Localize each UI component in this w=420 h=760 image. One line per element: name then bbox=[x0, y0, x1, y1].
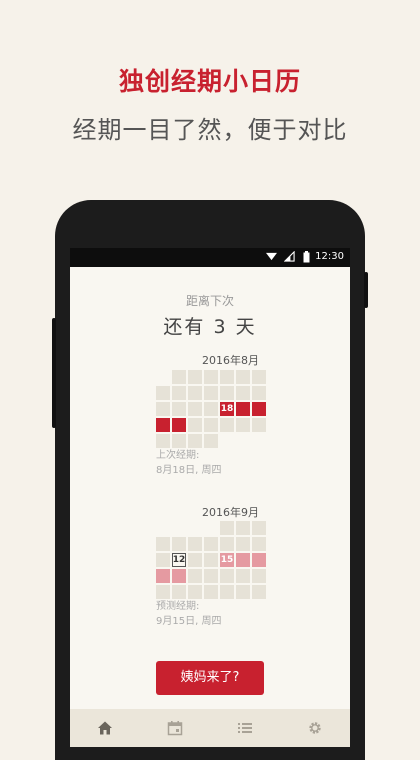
calendar-day[interactable] bbox=[156, 585, 170, 599]
calendar-day[interactable] bbox=[236, 585, 250, 599]
calendar-day[interactable] bbox=[236, 537, 250, 551]
predicted-period-date: 9月15日, 周四 bbox=[156, 616, 222, 627]
status-bar: 12:30 bbox=[70, 248, 350, 267]
calendar-day-label: 18 bbox=[220, 404, 234, 414]
wifi-icon bbox=[266, 252, 277, 261]
calendar-day[interactable] bbox=[156, 569, 170, 583]
settings-icon bbox=[309, 722, 321, 734]
promo-title: 独创经期小日历 bbox=[118, 67, 301, 96]
calendar-day-label: 15 bbox=[220, 555, 234, 565]
calendar-day[interactable] bbox=[172, 370, 186, 384]
calendar-day[interactable] bbox=[156, 386, 170, 400]
calendar-day[interactable] bbox=[252, 386, 266, 400]
promo-subtitle: 经期一目了然，便于对比 bbox=[72, 116, 348, 144]
calendar-day[interactable] bbox=[156, 537, 170, 551]
calendar-day[interactable] bbox=[236, 521, 250, 535]
calendar-day[interactable] bbox=[188, 569, 202, 583]
calendar-day[interactable] bbox=[204, 585, 218, 599]
tab-list[interactable] bbox=[210, 709, 280, 747]
calendar-day[interactable] bbox=[252, 521, 266, 535]
app-screen: 12:30 距离下次 还有 3 天 2016年8月 18 上次经期: 8月18日… bbox=[70, 248, 350, 747]
calendar-day[interactable] bbox=[204, 537, 218, 551]
predicted-period-label: 预测经期: bbox=[156, 601, 200, 612]
calendar-day[interactable] bbox=[220, 370, 234, 384]
tab-calendar[interactable] bbox=[140, 709, 210, 747]
calendar-day[interactable] bbox=[220, 585, 234, 599]
status-time: 12:30 bbox=[315, 251, 344, 262]
calendar-day[interactable] bbox=[252, 569, 266, 583]
calendar-day[interactable] bbox=[188, 386, 202, 400]
phone-volume-button bbox=[52, 318, 56, 428]
bottom-tab-bar bbox=[70, 709, 350, 747]
phone-power-button bbox=[364, 272, 368, 308]
last-period-date: 8月18日, 周四 bbox=[156, 465, 222, 476]
calendar-day[interactable] bbox=[204, 569, 218, 583]
calendar-day[interactable] bbox=[204, 370, 218, 384]
calendar-day[interactable] bbox=[156, 553, 170, 567]
countdown-value: 还有 3 天 bbox=[163, 316, 257, 338]
last-period-label: 上次经期: bbox=[156, 450, 200, 461]
calendar-day-label: 12 bbox=[172, 555, 186, 565]
calendar-day[interactable] bbox=[188, 370, 202, 384]
calendar-day[interactable] bbox=[156, 402, 170, 416]
list-icon bbox=[238, 723, 252, 733]
calendar-day[interactable] bbox=[252, 553, 266, 567]
calendar-day[interactable] bbox=[172, 585, 186, 599]
calendar-day[interactable] bbox=[172, 402, 186, 416]
calendar-day[interactable] bbox=[220, 569, 234, 583]
calendar-day[interactable] bbox=[220, 418, 234, 432]
predicted-period-note: 预测经期: 9月15日, 周四 bbox=[156, 599, 221, 629]
calendar-day[interactable] bbox=[188, 434, 202, 448]
calendar-day[interactable] bbox=[236, 386, 250, 400]
home-icon bbox=[98, 721, 112, 735]
calendar-day[interactable] bbox=[252, 402, 266, 416]
calendar-day[interactable] bbox=[172, 537, 186, 551]
calendar-day[interactable] bbox=[236, 553, 250, 567]
calendar-day[interactable] bbox=[236, 569, 250, 583]
calendar-day[interactable] bbox=[252, 370, 266, 384]
calendar-day[interactable] bbox=[188, 585, 202, 599]
calendar-day[interactable] bbox=[220, 386, 234, 400]
battery-icon bbox=[303, 251, 310, 263]
calendar-day[interactable] bbox=[172, 434, 186, 448]
calendar-day[interactable] bbox=[172, 418, 186, 432]
calendar-day[interactable] bbox=[252, 537, 266, 551]
calendar-day[interactable] bbox=[204, 386, 218, 400]
signal-icon bbox=[284, 251, 295, 262]
calendar-day[interactable] bbox=[188, 553, 202, 567]
month-title-aug: 2016年8月 bbox=[202, 354, 259, 367]
calendar-day[interactable] bbox=[236, 402, 250, 416]
calendar-day[interactable] bbox=[204, 402, 218, 416]
calendar-day[interactable] bbox=[188, 402, 202, 416]
countdown-label: 距离下次 bbox=[185, 294, 234, 308]
calendar-day[interactable] bbox=[204, 418, 218, 432]
tab-settings[interactable] bbox=[280, 709, 350, 747]
calendar-day[interactable] bbox=[236, 370, 250, 384]
calendar-day[interactable] bbox=[252, 418, 266, 432]
calendar-day[interactable] bbox=[204, 553, 218, 567]
calendar-day[interactable] bbox=[172, 386, 186, 400]
period-started-button[interactable]: 姨妈来了? bbox=[156, 661, 264, 695]
calendar-day[interactable] bbox=[204, 434, 218, 448]
calendar-day[interactable] bbox=[220, 521, 234, 535]
month-title-sep: 2016年9月 bbox=[202, 506, 259, 519]
calendar-day[interactable] bbox=[156, 418, 170, 432]
calendar-day[interactable] bbox=[188, 418, 202, 432]
calendar-day[interactable] bbox=[172, 569, 186, 583]
calendar-day[interactable] bbox=[156, 434, 170, 448]
calendar-day[interactable] bbox=[236, 418, 250, 432]
calendar-day[interactable] bbox=[220, 537, 234, 551]
tab-home[interactable] bbox=[70, 709, 140, 747]
calendar-day[interactable] bbox=[252, 585, 266, 599]
last-period-note: 上次经期: 8月18日, 周四 bbox=[156, 448, 221, 478]
calendar-day[interactable] bbox=[188, 537, 202, 551]
calendar-icon bbox=[167, 721, 183, 736]
